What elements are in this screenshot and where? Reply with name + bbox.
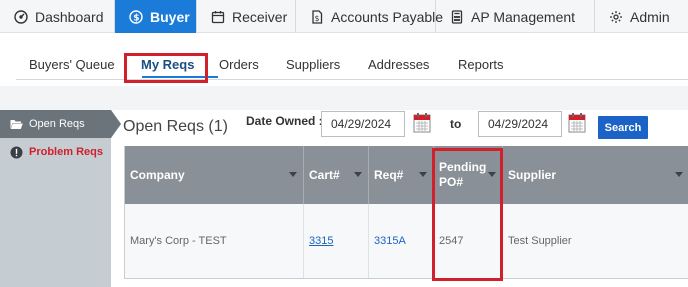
highlight-box-my-reqs xyxy=(124,53,208,83)
tab-ap-management[interactable]: AP Management xyxy=(436,0,595,33)
sidebar-item-problem-reqs[interactable]: Problem Reqs xyxy=(0,138,111,166)
calendar-icon[interactable] xyxy=(413,112,431,134)
column-header-req[interactable]: Req# xyxy=(369,146,434,204)
highlight-box-pending-po xyxy=(432,148,503,281)
sidebar-item-open-reqs[interactable]: Open Reqs xyxy=(0,110,111,138)
active-item-pointer xyxy=(111,110,121,138)
date-owned-label: Date Owned : xyxy=(246,114,323,128)
cart-link[interactable]: 3315 xyxy=(309,235,333,247)
subtab-reports[interactable]: Reports xyxy=(458,57,504,72)
page-title: Open Reqs (1) xyxy=(123,118,228,135)
tab-label: Buyer xyxy=(150,8,190,25)
calendar-icon xyxy=(211,10,225,24)
sort-caret-icon[interactable] xyxy=(419,172,427,177)
table-row[interactable]: Mary's Corp - TEST 3315 3315A 2547 Test … xyxy=(125,204,688,278)
calendar-icon[interactable] xyxy=(568,112,586,134)
column-label: Company xyxy=(130,168,185,182)
tab-label: AP Management xyxy=(471,8,576,25)
sort-caret-icon[interactable] xyxy=(289,172,297,177)
subtab-buyers-queue[interactable]: Buyers' Queue xyxy=(29,57,115,72)
tab-label: Accounts Payable xyxy=(331,8,444,25)
column-label: Supplier xyxy=(508,168,557,182)
cell-supplier: Test Supplier xyxy=(508,235,572,247)
column-header-supplier[interactable]: Supplier xyxy=(503,146,688,204)
search-button[interactable]: Search xyxy=(598,116,648,139)
alert-circle-icon xyxy=(10,146,23,159)
calculator-icon xyxy=(450,9,464,24)
table-header: Company Cart# Req# Pending PO# Supplier xyxy=(125,146,688,204)
cell-company: Mary's Corp - TEST xyxy=(125,204,304,278)
svg-text:$: $ xyxy=(315,13,320,22)
tab-accounts-payable[interactable]: $ Accounts Payable xyxy=(296,0,443,33)
date-from-input[interactable]: 04/29/2024 xyxy=(321,111,405,137)
top-nav: Dashboard $ Buyer Receiver $ Accounts Pa… xyxy=(0,0,688,33)
sidebar-item-label: Problem Reqs xyxy=(29,146,103,158)
date-to-input[interactable]: 04/29/2024 xyxy=(478,111,562,137)
column-label: Cart# xyxy=(309,168,340,182)
invoice-dollar-icon: $ xyxy=(310,9,324,24)
tab-dashboard[interactable]: Dashboard xyxy=(0,0,115,33)
dollar-circle-icon: $ xyxy=(129,9,143,24)
sidebar-item-label: Open Reqs xyxy=(29,118,85,130)
subtab-suppliers[interactable]: Suppliers xyxy=(286,57,340,72)
content-divider-band xyxy=(0,86,688,110)
tab-receiver[interactable]: Receiver xyxy=(197,0,296,33)
svg-text:$: $ xyxy=(133,13,139,23)
tab-label: Admin xyxy=(630,8,670,25)
tab-label: Dashboard xyxy=(35,8,104,25)
cell-cart-link[interactable]: 3315 xyxy=(304,204,369,278)
sort-caret-icon[interactable] xyxy=(675,172,683,177)
gear-icon xyxy=(609,10,623,24)
column-header-cart[interactable]: Cart# xyxy=(304,146,369,204)
cell-req-link[interactable]: 3315A xyxy=(369,204,434,278)
tab-admin[interactable]: Admin xyxy=(595,0,688,33)
sidebar: Open Reqs Problem Reqs xyxy=(0,110,111,287)
column-label: Req# xyxy=(374,168,404,182)
subtab-orders[interactable]: Orders xyxy=(219,57,259,72)
sort-caret-icon[interactable] xyxy=(354,172,362,177)
sub-nav: Buyers' Queue My Reqs Orders Suppliers A… xyxy=(16,52,688,80)
column-header-company[interactable]: Company xyxy=(125,146,304,204)
tab-buyer[interactable]: $ Buyer xyxy=(115,0,197,33)
subtab-addresses[interactable]: Addresses xyxy=(368,57,429,72)
tab-label: Receiver xyxy=(232,8,288,25)
folder-open-icon xyxy=(10,118,23,131)
to-label: to xyxy=(450,117,462,131)
dashboard-icon xyxy=(14,9,28,24)
reqs-table: Company Cart# Req# Pending PO# Supplier … xyxy=(124,146,688,279)
